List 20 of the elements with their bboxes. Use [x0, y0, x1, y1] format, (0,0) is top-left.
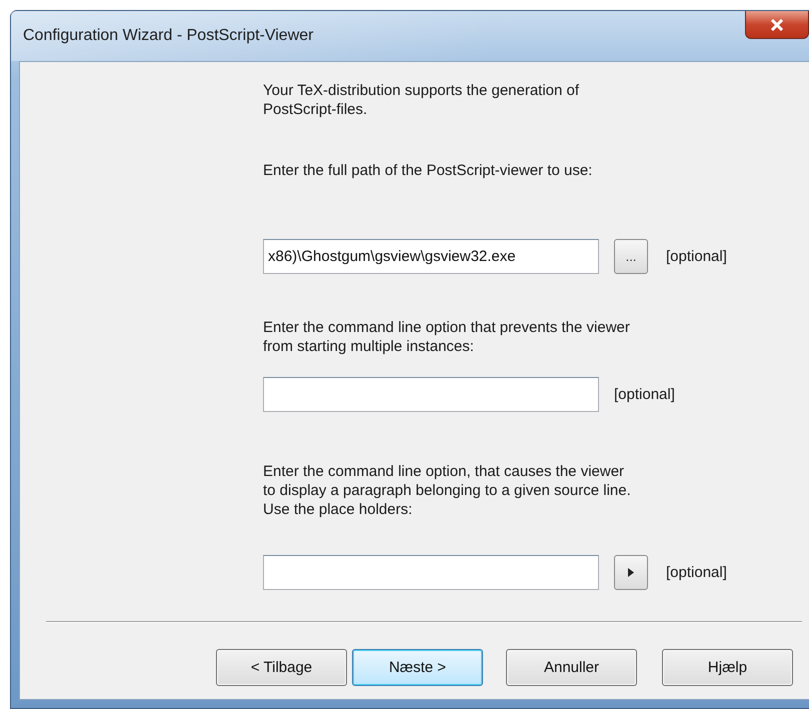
wizard-button[interactable]: Hjælp — [662, 649, 793, 686]
input-field[interactable] — [263, 555, 599, 590]
optional-label: [optional] — [666, 248, 727, 265]
wizard-button[interactable]: < Tilbage — [216, 649, 347, 686]
play-arrow-icon — [628, 568, 634, 577]
field-label: Enter the command line option, that causes the viewer to display a paragraph belonging to a given source line. Use the place holders: — [263, 462, 632, 519]
arrow-button[interactable] — [614, 555, 648, 590]
field-label: Enter the command line option that prevents the viewer from starting multiple instances: — [263, 318, 631, 356]
close-icon — [770, 18, 784, 30]
wizard-button[interactable]: Næste > — [352, 649, 483, 686]
browse-button[interactable]: ... — [614, 239, 648, 274]
optional-label: [optional] — [614, 386, 675, 403]
close-button[interactable] — [745, 11, 809, 39]
window-title: Configuration Wizard - PostScript-Viewer — [23, 27, 314, 45]
input-field[interactable] — [263, 377, 599, 412]
wizard-button[interactable]: Annuller — [506, 649, 637, 686]
input-field[interactable]: x86)\Ghostgum\gsview\gsview32.exe — [263, 239, 599, 274]
field-label: Enter the full path of the PostScript-viewer to use: — [263, 161, 594, 180]
optional-label: [optional] — [666, 564, 727, 581]
intro-text: Your TeX-distribution supports the generation of PostScript-files. — [263, 81, 580, 119]
